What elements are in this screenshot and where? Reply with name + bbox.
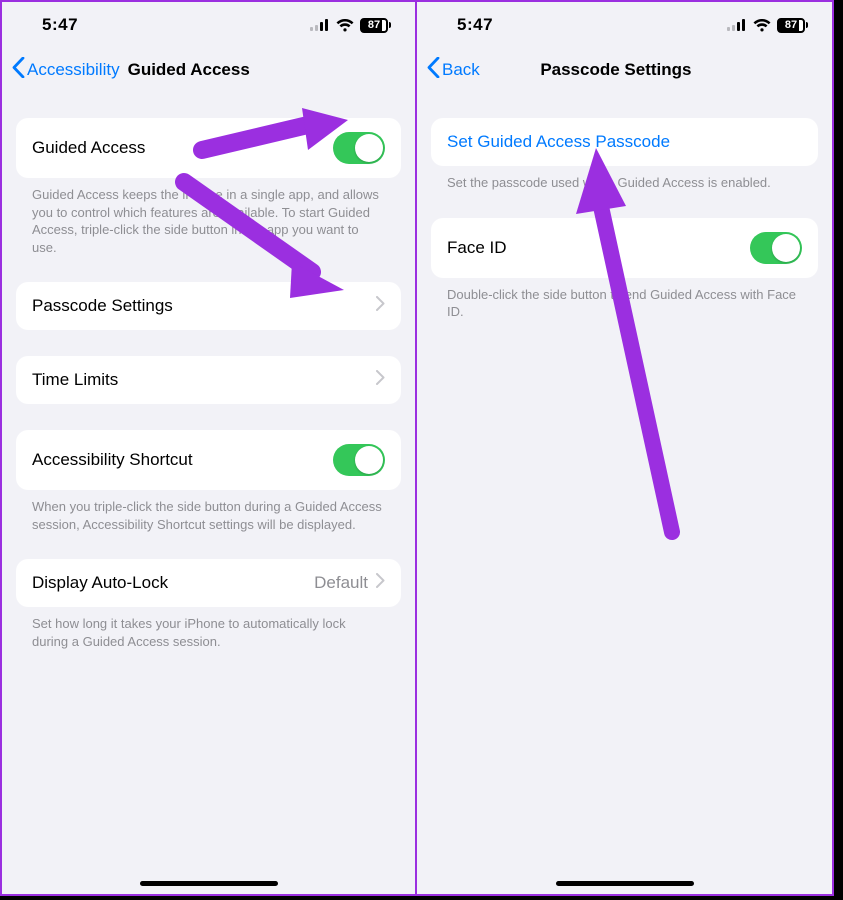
- row-time-limits[interactable]: Time Limits: [16, 356, 401, 404]
- status-bar: 5:47 87: [417, 2, 832, 48]
- status-bar: 5:47 87: [2, 2, 415, 48]
- footer-set-passcode: Set the passcode used when Guided Access…: [431, 166, 818, 192]
- footer-guided-access: Guided Access keeps the iPhone in a sing…: [16, 178, 401, 256]
- phone-screenshot-left: 5:47 87 Accessibility Guided Acc: [0, 0, 417, 896]
- toggle-face-id[interactable]: [750, 232, 802, 264]
- footer-accessibility-shortcut: When you triple-click the side button du…: [16, 490, 401, 533]
- row-set-passcode[interactable]: Set Guided Access Passcode: [431, 118, 818, 166]
- chevron-right-icon: [376, 370, 385, 390]
- chevron-left-icon: [12, 57, 25, 83]
- footer-face-id: Double-click the side button to end Guid…: [431, 278, 818, 321]
- row-label: Accessibility Shortcut: [32, 450, 333, 470]
- status-time: 5:47: [457, 15, 493, 35]
- page-title: Guided Access: [120, 60, 405, 80]
- row-guided-access[interactable]: Guided Access: [16, 118, 401, 178]
- status-icons: 87: [727, 18, 808, 33]
- wifi-icon: [336, 19, 354, 32]
- status-icons: 87: [310, 18, 391, 33]
- row-value: Default: [314, 573, 368, 593]
- row-display-auto-lock[interactable]: Display Auto-Lock Default: [16, 559, 401, 607]
- battery-icon: 87: [360, 18, 391, 33]
- page-title: Passcode Settings: [480, 60, 822, 80]
- toggle-accessibility-shortcut[interactable]: [333, 444, 385, 476]
- phone-screenshot-right: 5:47 87 Back Passcode Settings: [417, 0, 834, 896]
- row-face-id[interactable]: Face ID: [431, 218, 818, 278]
- cellular-signal-icon: [310, 19, 330, 31]
- back-label: Accessibility: [27, 60, 120, 80]
- status-time: 5:47: [42, 15, 78, 35]
- cellular-signal-icon: [727, 19, 747, 31]
- row-label: Set Guided Access Passcode: [447, 132, 802, 152]
- toggle-guided-access[interactable]: [333, 132, 385, 164]
- row-accessibility-shortcut[interactable]: Accessibility Shortcut: [16, 430, 401, 490]
- navigation-bar: Accessibility Guided Access: [2, 48, 415, 92]
- navigation-bar: Back Passcode Settings: [417, 48, 832, 92]
- row-label: Passcode Settings: [32, 296, 376, 316]
- chevron-right-icon: [376, 573, 385, 593]
- row-label: Face ID: [447, 238, 750, 258]
- back-button[interactable]: Back: [427, 57, 480, 83]
- home-indicator: [556, 881, 694, 886]
- back-label: Back: [442, 60, 480, 80]
- wifi-icon: [753, 19, 771, 32]
- chevron-right-icon: [376, 296, 385, 316]
- row-label: Display Auto-Lock: [32, 573, 314, 593]
- back-button[interactable]: Accessibility: [12, 57, 120, 83]
- battery-icon: 87: [777, 18, 808, 33]
- footer-display-auto-lock: Set how long it takes your iPhone to aut…: [16, 607, 401, 650]
- home-indicator: [140, 881, 278, 886]
- row-label: Time Limits: [32, 370, 376, 390]
- chevron-left-icon: [427, 57, 440, 83]
- row-passcode-settings[interactable]: Passcode Settings: [16, 282, 401, 330]
- row-label: Guided Access: [32, 138, 333, 158]
